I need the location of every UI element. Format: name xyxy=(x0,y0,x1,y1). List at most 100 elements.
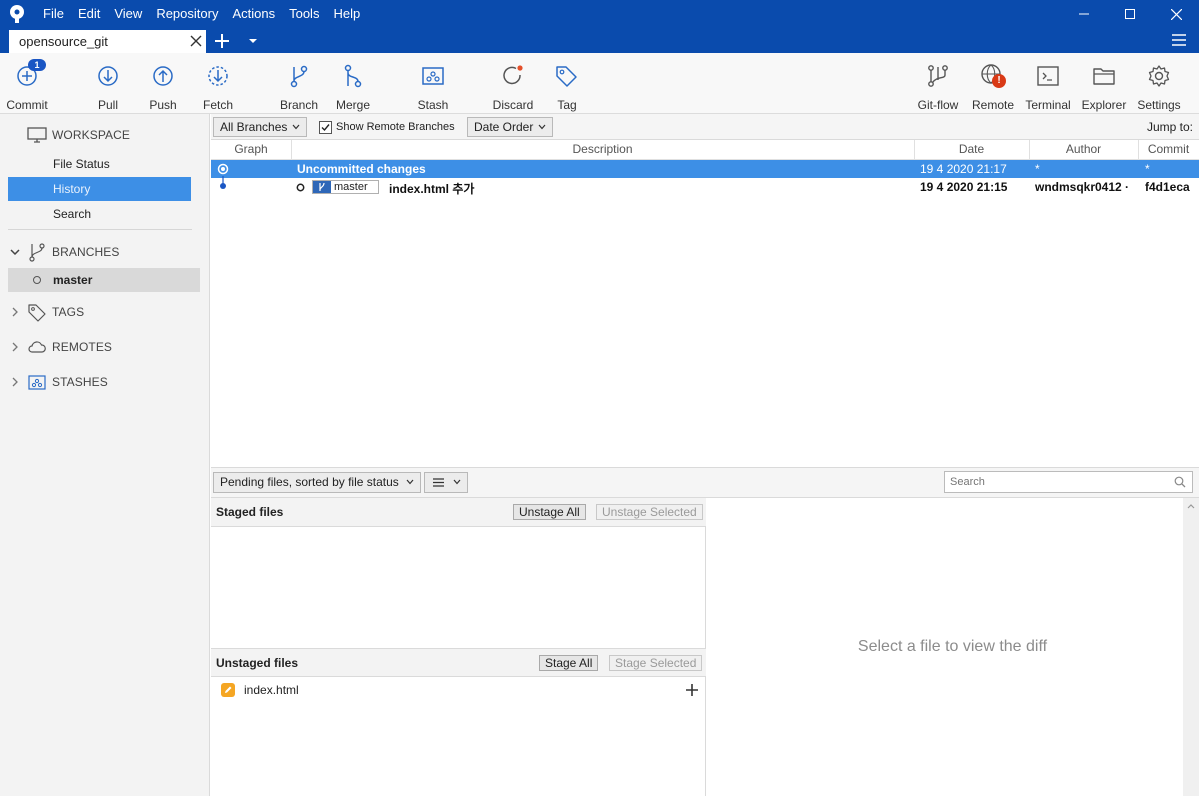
branch-label-text: master xyxy=(334,181,368,193)
pull-button[interactable]: Pull xyxy=(88,53,128,113)
sidebar-item-master[interactable]: master xyxy=(8,268,200,292)
discard-button[interactable]: Discard xyxy=(490,53,536,113)
column-graph[interactable]: Graph xyxy=(211,142,291,156)
chevron-down-icon[interactable] xyxy=(10,247,20,257)
monitor-icon xyxy=(27,125,47,145)
view-mode-dropdown[interactable] xyxy=(424,472,468,493)
stash-button[interactable]: Stash xyxy=(413,53,453,113)
column-description[interactable]: Description xyxy=(291,142,914,156)
terminal-button[interactable]: Terminal xyxy=(1023,53,1073,113)
menu-actions[interactable]: Actions xyxy=(225,0,282,28)
menu-tools[interactable]: Tools xyxy=(282,0,326,28)
remote-button[interactable]: ! Remote xyxy=(970,53,1016,113)
settings-button[interactable]: Settings xyxy=(1134,53,1184,113)
order-dropdown[interactable]: Date Order xyxy=(467,117,553,137)
sidebar-item-search[interactable]: Search xyxy=(8,202,191,226)
row-commit: * xyxy=(1145,162,1150,176)
column-author[interactable]: Author xyxy=(1029,142,1138,156)
gitflow-button[interactable]: Git-flow xyxy=(913,53,963,113)
maximize-button[interactable] xyxy=(1107,0,1153,28)
order-value: Date Order xyxy=(474,120,534,134)
stage-all-button[interactable]: Stage All xyxy=(539,655,599,671)
hamburger-menu-icon[interactable] xyxy=(1172,34,1186,46)
chevron-right-icon[interactable] xyxy=(10,342,20,352)
menu-repository[interactable]: Repository xyxy=(149,0,225,28)
row-date: 19 4 2020 21:15 xyxy=(920,180,1008,194)
unstage-selected-button[interactable]: Unstage Selected xyxy=(596,504,703,520)
sidebar-item-history[interactable]: History xyxy=(8,177,191,201)
chevron-right-icon[interactable] xyxy=(10,377,20,387)
remotes-header[interactable]: REMOTES xyxy=(0,335,210,359)
file-status-label: File Status xyxy=(53,157,110,171)
branches-label: BRANCHES xyxy=(52,245,120,259)
repo-tab[interactable]: opensource_git xyxy=(9,30,206,53)
menu-view[interactable]: View xyxy=(107,0,149,28)
search-input[interactable] xyxy=(945,472,1170,492)
row-description: Uncommitted changes xyxy=(297,162,426,176)
push-icon xyxy=(150,63,176,89)
staged-files-title: Staged files xyxy=(216,505,284,519)
close-icon xyxy=(1170,8,1182,20)
close-tab-icon[interactable] xyxy=(190,35,202,47)
list-item[interactable]: index.html xyxy=(211,680,706,700)
gear-icon xyxy=(1146,63,1172,89)
title-bar: File Edit View Repository Actions Tools … xyxy=(0,0,1199,28)
unstaged-files-title: Unstaged files xyxy=(216,656,299,670)
tab-dropdown-icon[interactable] xyxy=(248,38,258,44)
discard-icon xyxy=(500,63,526,89)
tag-icon xyxy=(554,63,580,89)
show-remote-branches-label: Show Remote Branches xyxy=(336,121,455,133)
tag-button[interactable]: Tag xyxy=(549,53,585,113)
diff-scrollbar[interactable] xyxy=(1183,498,1199,796)
merge-button[interactable]: Merge xyxy=(332,53,374,113)
graph-line-icon xyxy=(220,176,226,189)
search-icon[interactable] xyxy=(1174,476,1186,488)
close-window-button[interactable] xyxy=(1153,0,1199,28)
show-remote-branches-checkbox[interactable]: Show Remote Branches xyxy=(319,120,455,134)
menu-help[interactable]: Help xyxy=(326,0,367,28)
scroll-up-arrow-icon[interactable] xyxy=(1187,504,1195,509)
workspace-label: WORKSPACE xyxy=(52,128,131,142)
unstage-all-button[interactable]: Unstage All xyxy=(513,504,586,520)
modified-file-icon xyxy=(221,683,235,697)
stage-file-plus-icon[interactable] xyxy=(686,684,698,696)
explorer-button[interactable]: Explorer xyxy=(1079,53,1129,113)
chevron-right-icon[interactable] xyxy=(10,307,20,317)
table-row[interactable]: Uncommitted changes 19 4 2020 21:17 * * xyxy=(211,160,1199,178)
merge-label: Merge xyxy=(335,98,370,112)
remotes-label: REMOTES xyxy=(52,340,113,354)
column-date[interactable]: Date xyxy=(914,142,1029,156)
chevron-down-icon xyxy=(292,124,300,130)
tag-icon xyxy=(27,302,47,322)
commit-button[interactable]: 1 Commit xyxy=(2,53,52,113)
merge-icon xyxy=(340,63,366,89)
cloud-icon xyxy=(27,337,47,357)
minimize-button[interactable] xyxy=(1061,0,1107,28)
add-tab-icon[interactable] xyxy=(214,33,230,49)
stage-selected-button[interactable]: Stage Selected xyxy=(609,655,703,671)
menu-file[interactable]: File xyxy=(36,0,71,28)
fetch-button[interactable]: Fetch xyxy=(198,53,238,113)
stash-icon xyxy=(27,372,47,392)
unstaged-files-header: Unstaged files Stage All Stage Selected xyxy=(211,648,706,677)
gitflow-label: Git-flow xyxy=(917,98,959,112)
push-button[interactable]: Push xyxy=(143,53,183,113)
terminal-icon xyxy=(1035,63,1061,89)
table-row[interactable]: master index.html 추가 19 4 2020 21:15 wnd… xyxy=(211,176,1199,196)
explorer-label: Explorer xyxy=(1081,98,1127,112)
fetch-icon xyxy=(205,63,231,89)
menu-edit[interactable]: Edit xyxy=(71,0,107,28)
branch-button[interactable]: Branch xyxy=(278,53,320,113)
column-commit[interactable]: Commit xyxy=(1138,142,1199,156)
branches-header[interactable]: BRANCHES xyxy=(0,240,210,264)
sort-dropdown[interactable]: Pending files, sorted by file status xyxy=(213,472,421,493)
push-label: Push xyxy=(149,98,177,112)
stashes-header[interactable]: STASHES xyxy=(0,370,210,394)
branch-label-badge[interactable]: master xyxy=(312,180,379,194)
tags-header[interactable]: TAGS xyxy=(0,300,210,324)
branch-filter-dropdown[interactable]: All Branches xyxy=(213,117,307,137)
chevron-down-icon xyxy=(453,479,461,485)
sidebar-item-file-status[interactable]: File Status xyxy=(8,152,191,176)
history-label: History xyxy=(53,182,91,196)
checkbox[interactable] xyxy=(319,120,332,134)
